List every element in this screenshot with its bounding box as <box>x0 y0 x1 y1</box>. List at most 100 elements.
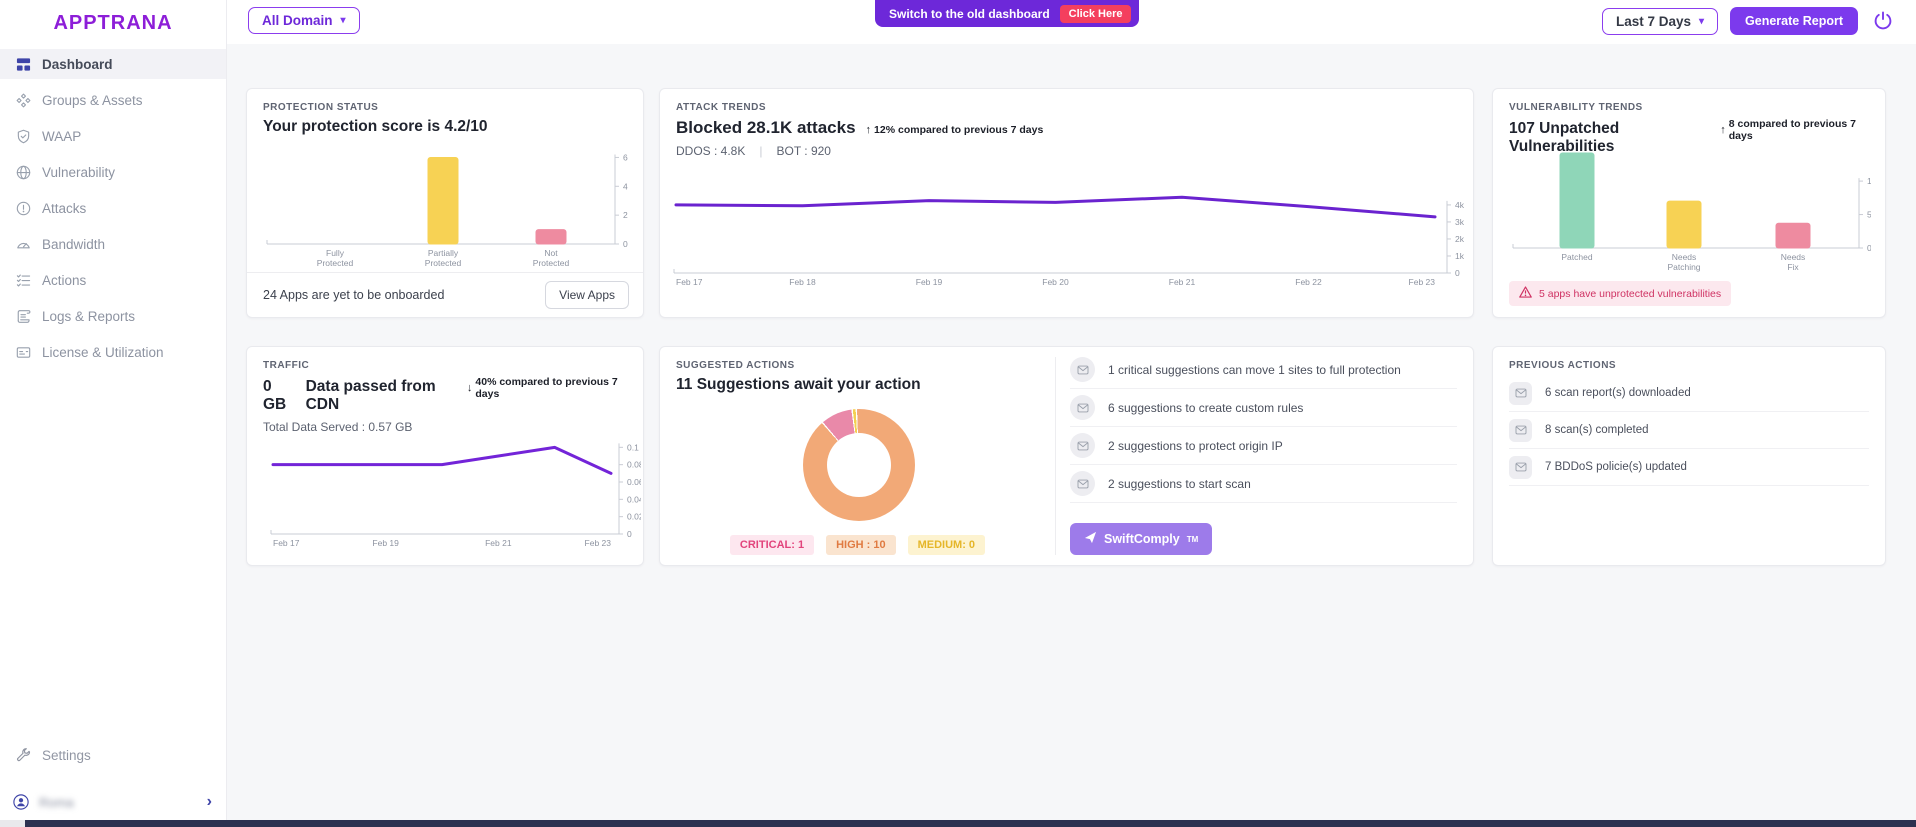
svg-text:100: 100 <box>1867 176 1871 186</box>
list-item: 6 scan report(s) downloaded <box>1509 375 1869 412</box>
top-bar-right: Last 7 Days ▾ Generate Report <box>1601 7 1896 35</box>
svg-text:Needs: Needs <box>1672 252 1697 262</box>
cdn-data-title: Data passed from CDN <box>305 378 436 413</box>
unprotected-apps-warning: 5 apps have unprotected vulnerabilities <box>1509 281 1732 306</box>
sidebar-item-settings[interactable]: Settings <box>0 741 226 769</box>
protection-card-footer: 24 Apps are yet to be onboarded View App… <box>247 272 643 317</box>
sidebar-item-groups-assets[interactable]: Groups & Assets <box>0 85 226 115</box>
down-arrow-icon: ↓ <box>466 382 473 394</box>
list-item[interactable]: 2 suggestions to protect origin IP <box>1070 427 1457 465</box>
severity-badges: CRITICAL: 1 HIGH : 10 MEDIUM: 0 <box>660 535 1055 555</box>
view-apps-button[interactable]: View Apps <box>545 281 629 309</box>
svg-text:Needs: Needs <box>1781 252 1806 262</box>
date-range-label: Last 7 Days <box>1615 13 1692 29</box>
banner-click-here-button[interactable]: Click Here <box>1059 4 1132 23</box>
sidebar-item-vulnerability[interactable]: Vulnerability <box>0 157 226 187</box>
suggestions-title: 11 Suggestions await your action <box>676 376 921 393</box>
onboard-status-text: 24 Apps are yet to be onboarded <box>263 288 445 302</box>
cdn-data-value: 0 GB <box>263 378 287 413</box>
chevron-down-icon: ▾ <box>1699 15 1705 27</box>
attack-delta: ↑ 12% compared to previous 7 days <box>865 124 1044 136</box>
svg-text:0.1: 0.1 <box>627 442 639 452</box>
sidebar-item-attacks[interactable]: Attacks <box>0 193 226 223</box>
svg-text:0.02: 0.02 <box>627 512 641 522</box>
blocked-attacks-title: Blocked 28.1K attacks <box>676 118 856 137</box>
suggested-actions-card: SUGGESTED ACTIONS 11 Suggestions await y… <box>659 346 1474 566</box>
svg-text:Not: Not <box>544 248 558 258</box>
svg-text:1k: 1k <box>1455 251 1465 261</box>
sidebar-item-label: Logs & Reports <box>42 308 136 324</box>
sidebar-item-actions[interactable]: Actions <box>0 265 226 295</box>
traffic-delta: ↓ 40% compared to previous 7 days <box>466 376 618 400</box>
horizontal-scrollbar-thumb[interactable] <box>25 820 1916 827</box>
generate-report-button[interactable]: Generate Report <box>1730 7 1858 35</box>
sidebar-item-license-utilization[interactable]: License & Utilization <box>0 337 226 367</box>
mail-icon <box>1070 395 1095 420</box>
svg-text:2: 2 <box>623 210 628 220</box>
suggestions-donut-chart <box>803 409 915 521</box>
svg-text:50: 50 <box>1867 210 1871 220</box>
sidebar-item-label: Actions <box>42 272 87 288</box>
svg-text:4: 4 <box>623 181 628 191</box>
user-name: Roma <box>39 794 74 810</box>
list-item[interactable]: 2 suggestions to start scan <box>1070 465 1457 503</box>
protection-bar-chart: 0246FullyProtectedPartiallyProtectedNotP… <box>266 152 628 268</box>
svg-text:0.04: 0.04 <box>627 494 641 504</box>
mail-icon <box>1509 418 1532 442</box>
power-logout-icon[interactable] <box>1870 8 1896 34</box>
svg-text:Feb 23: Feb 23 <box>1409 277 1436 287</box>
svg-text:0: 0 <box>623 239 628 249</box>
avatar <box>13 794 29 810</box>
globe-icon <box>15 164 31 180</box>
top-bar: All Domain ▾ Switch to the old dashboard… <box>227 0 1916 44</box>
card-label: ATTACK TRENDS <box>676 102 767 113</box>
svg-text:0.06: 0.06 <box>627 477 641 487</box>
svg-text:Patching: Patching <box>1667 262 1700 272</box>
user-menu[interactable]: Roma › <box>0 787 226 817</box>
list-item-text: 6 suggestions to create custom rules <box>1108 400 1304 415</box>
suggestions-list: 1 critical suggestions can move 1 sites … <box>1070 351 1457 503</box>
sidebar-item-label: License & Utilization <box>42 344 164 360</box>
list-item-text: 7 BDDoS policie(s) updated <box>1545 461 1687 473</box>
list-item[interactable]: 6 suggestions to create custom rules <box>1070 389 1457 427</box>
gauge-icon <box>15 236 31 252</box>
chevron-right-icon: › <box>206 793 212 810</box>
mail-icon <box>1509 455 1532 479</box>
apptrana-logo: APPTRANA <box>53 12 173 34</box>
svg-text:Protected: Protected <box>317 258 354 268</box>
svg-text:Feb 19: Feb 19 <box>372 538 399 548</box>
svg-text:Feb 20: Feb 20 <box>1042 277 1069 287</box>
svg-text:Feb 23: Feb 23 <box>585 538 612 548</box>
mail-icon <box>1070 433 1095 458</box>
svg-text:Feb 21: Feb 21 <box>485 538 512 548</box>
attack-line-chart: 0 1k 2k 3k 4k Feb 17 Feb 18 Feb 19 Feb 20 Feb 21 F… <box>673 195 1465 287</box>
total-data-served: Total Data Served : 0.57 GB <box>263 420 413 434</box>
list-item[interactable]: 1 critical suggestions can move 1 sites … <box>1070 351 1457 389</box>
list-item-text: 2 suggestions to start scan <box>1108 476 1251 491</box>
license-card-icon <box>15 344 31 360</box>
svg-text:Partially: Partially <box>428 248 459 258</box>
ddos-count: DDOS : 4.8K <box>676 144 746 158</box>
svg-text:0: 0 <box>1455 268 1460 278</box>
sidebar-item-bandwidth[interactable]: Bandwidth <box>0 229 226 259</box>
svg-text:Feb 18: Feb 18 <box>789 277 816 287</box>
svg-text:Fully: Fully <box>326 248 345 258</box>
sidebar-item-dashboard[interactable]: Dashboard <box>0 49 226 79</box>
sidebar-item-label: Vulnerability <box>42 164 116 180</box>
traffic-card: TRAFFIC 0 GB Data passed from CDN ↓ 40% … <box>246 346 644 566</box>
divider: | <box>759 144 763 158</box>
domain-selector[interactable]: All Domain ▾ <box>248 7 360 34</box>
attack-substats: DDOS : 4.8K | BOT : 920 <box>660 138 1473 158</box>
severity-badge: CRITICAL: 1 <box>729 535 815 555</box>
sidebar-item-logs-reports[interactable]: Logs & Reports <box>0 301 226 331</box>
svg-text:0: 0 <box>627 529 632 539</box>
settings-label: Settings <box>42 747 91 763</box>
sidebar-bottom: Settings Roma › <box>0 741 226 817</box>
wrench-icon <box>15 747 31 763</box>
bot-count: BOT : 920 <box>776 144 831 158</box>
svg-text:2k: 2k <box>1455 234 1465 244</box>
swiftcomply-button[interactable]: SwiftComply TM <box>1070 523 1213 555</box>
date-range-selector[interactable]: Last 7 Days ▾ <box>1601 7 1719 35</box>
sidebar-item-waap[interactable]: WAAP <box>0 121 226 151</box>
sidebar-item-label: Bandwidth <box>42 236 106 252</box>
